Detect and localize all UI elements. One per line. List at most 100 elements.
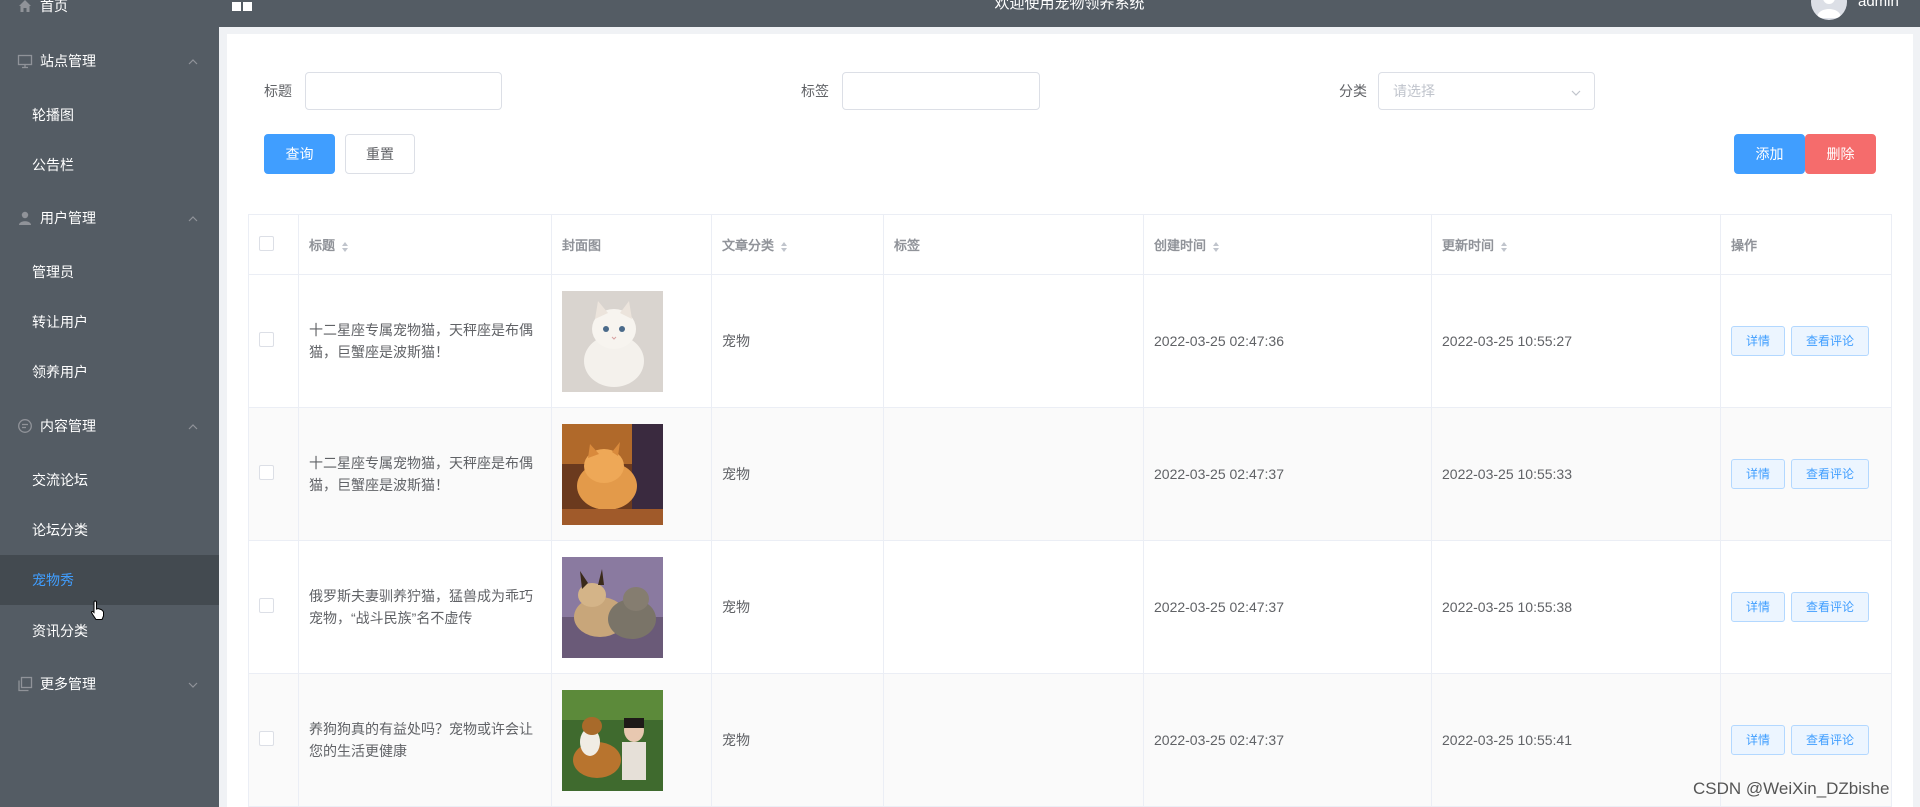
detail-button[interactable]: 详情 [1731, 459, 1786, 489]
sidebar-item-forum-category[interactable]: 论坛分类 [0, 505, 219, 555]
row-title: 养狗狗真的有益处吗？宠物或许会让您的生活更健康 [298, 673, 552, 807]
header-actions: 操作 [1720, 214, 1892, 275]
row-updated: 2022-03-25 10:55:27 [1431, 274, 1721, 408]
sidebar-item-admin[interactable]: 管理员 [0, 247, 219, 297]
row-category: 宠物 [711, 407, 884, 541]
sidebar-item-label: 领养用户 [32, 364, 88, 380]
sidebar-item-label: 用户管理 [40, 210, 96, 226]
row-tag [883, 274, 1144, 408]
main-panel: 标题 标签 分类 请选择 查询 重置 添加 删除 标题 封面图 文章分类 标签 … [227, 34, 1913, 807]
sidebar-item-label: 资讯分类 [32, 623, 88, 639]
sort-icon [342, 241, 349, 252]
sidebar-item-label: 论坛分类 [32, 522, 88, 538]
view-comments-button[interactable]: 查看评论 [1791, 592, 1870, 622]
header-cover: 封面图 [551, 214, 712, 275]
table-row: 俄罗斯夫妻驯养狞猫，猛兽成为乖巧宠物，“战斗民族”名不虚传 宠物 2022-03… [248, 540, 1892, 674]
sidebar-item-label: 轮播图 [32, 107, 74, 123]
reset-button[interactable]: 重置 [345, 134, 415, 174]
row-actions: 详情 查看评论 [1720, 407, 1892, 541]
sidebar-item-label: 站点管理 [40, 53, 96, 69]
header-updated[interactable]: 更新时间 [1431, 214, 1721, 275]
category-select[interactable]: 请选择 [1378, 72, 1595, 110]
sidebar-item-label: 公告栏 [32, 157, 74, 173]
view-comments-button[interactable]: 查看评论 [1791, 459, 1870, 489]
home-icon [16, 0, 34, 15]
sidebar: 首页 站点管理 轮播图 公告栏 用户管理 管理员 转让用户 领养用户 内容管理 … [0, 0, 219, 807]
add-button[interactable]: 添加 [1734, 134, 1805, 174]
header-title: 欢迎使用宠物领养系统 [994, 0, 1145, 12]
sidebar-item-label: 宠物秀 [32, 572, 74, 588]
cover-image[interactable] [562, 290, 663, 392]
table-header-row: 标题 封面图 文章分类 标签 创建时间 更新时间 操作 [248, 214, 1892, 275]
row-updated: 2022-03-25 10:55:38 [1431, 540, 1721, 674]
sidebar-item-transfer-users[interactable]: 转让用户 [0, 297, 219, 347]
sidebar-item-user-management[interactable]: 用户管理 [0, 193, 219, 243]
sidebar-item-carousel[interactable]: 轮播图 [0, 90, 219, 140]
row-tag [883, 540, 1144, 674]
row-created: 2022-03-25 02:47:36 [1143, 274, 1432, 408]
cover-image[interactable] [562, 556, 663, 658]
sidebar-item-label: 内容管理 [40, 418, 96, 434]
detail-button[interactable]: 详情 [1731, 326, 1786, 356]
sidebar-item-home[interactable]: 首页 [0, 0, 219, 31]
row-updated: 2022-03-25 10:55:41 [1431, 673, 1721, 807]
cover-image[interactable] [562, 423, 663, 525]
monitor-icon [16, 52, 34, 70]
sort-icon [1501, 241, 1508, 252]
sidebar-item-news-category[interactable]: 资讯分类 [0, 606, 219, 656]
row-cover [551, 407, 712, 541]
sidebar-item-forum[interactable]: 交流论坛 [0, 455, 219, 505]
row-cover [551, 540, 712, 674]
avatar[interactable] [1811, 0, 1847, 20]
view-comments-button[interactable]: 查看评论 [1791, 326, 1870, 356]
sidebar-item-adopt-users[interactable]: 领养用户 [0, 347, 219, 397]
row-checkbox[interactable] [259, 731, 274, 746]
sidebar-item-label: 交流论坛 [32, 472, 88, 488]
delete-button[interactable]: 删除 [1805, 134, 1876, 174]
sidebar-item-pet-show[interactable]: 宠物秀 [0, 555, 219, 605]
sidebar-item-label: 更多管理 [40, 676, 96, 692]
copy-icon [16, 675, 34, 693]
sort-icon [781, 241, 788, 252]
row-checkbox[interactable] [259, 465, 274, 480]
table-row: 十二星座专属宠物猫，天秤座是布偶猫，巨蟹座是波斯猫！ 宠物 2022-03-25… [248, 407, 1892, 541]
user-icon [16, 209, 34, 227]
sidebar-item-more-management[interactable]: 更多管理 [0, 659, 219, 709]
select-all-checkbox[interactable] [259, 235, 274, 251]
row-title: 俄罗斯夫妻驯养狞猫，猛兽成为乖巧宠物，“战斗民族”名不虚传 [298, 540, 552, 674]
sidebar-item-site-management[interactable]: 站点管理 [0, 36, 219, 86]
header-created[interactable]: 创建时间 [1143, 214, 1432, 275]
title-filter-label: 标题 [264, 83, 292, 99]
row-checkbox[interactable] [259, 332, 274, 347]
chevron-down-icon [1570, 86, 1582, 98]
chevron-down-icon [187, 678, 199, 690]
cover-image[interactable] [562, 689, 663, 791]
chat-icon [16, 417, 34, 435]
row-title: 十二星座专属宠物猫，天秤座是布偶猫，巨蟹座是波斯猫！ [298, 407, 552, 541]
detail-button[interactable]: 详情 [1731, 592, 1786, 622]
chevron-up-icon [187, 212, 199, 224]
header-title[interactable]: 标题 [298, 214, 552, 275]
category-filter-label: 分类 [1339, 83, 1367, 99]
detail-button[interactable]: 详情 [1731, 725, 1786, 755]
pet-show-table: 标题 封面图 文章分类 标签 创建时间 更新时间 操作 十二星座专属宠物猫，天秤… [248, 214, 1892, 807]
watermark: CSDN @WeiXin_DZbishe [1693, 779, 1890, 798]
query-button[interactable]: 查询 [264, 134, 335, 174]
row-tag [883, 673, 1144, 807]
sidebar-item-label: 首页 [40, 0, 68, 14]
chevron-up-icon [187, 55, 199, 67]
row-checkbox[interactable] [259, 598, 274, 613]
tag-filter-input[interactable] [842, 72, 1040, 110]
header-category[interactable]: 文章分类 [711, 214, 884, 275]
row-title: 十二星座专属宠物猫，天秤座是布偶猫，巨蟹座是波斯猫！ [298, 274, 552, 408]
table-row: 养狗狗真的有益处吗？宠物或许会让您的生活更健康 宠物 2022-03-25 02… [248, 673, 1892, 807]
view-comments-button[interactable]: 查看评论 [1791, 725, 1870, 755]
username[interactable]: admin [1858, 0, 1899, 10]
title-filter-input[interactable] [305, 72, 502, 110]
hand-cursor-icon [90, 600, 106, 622]
row-cover [551, 673, 712, 807]
row-tag [883, 407, 1144, 541]
sidebar-item-content-management[interactable]: 内容管理 [0, 401, 219, 451]
sidebar-item-notice[interactable]: 公告栏 [0, 140, 219, 190]
sidebar-item-label: 管理员 [32, 264, 74, 280]
